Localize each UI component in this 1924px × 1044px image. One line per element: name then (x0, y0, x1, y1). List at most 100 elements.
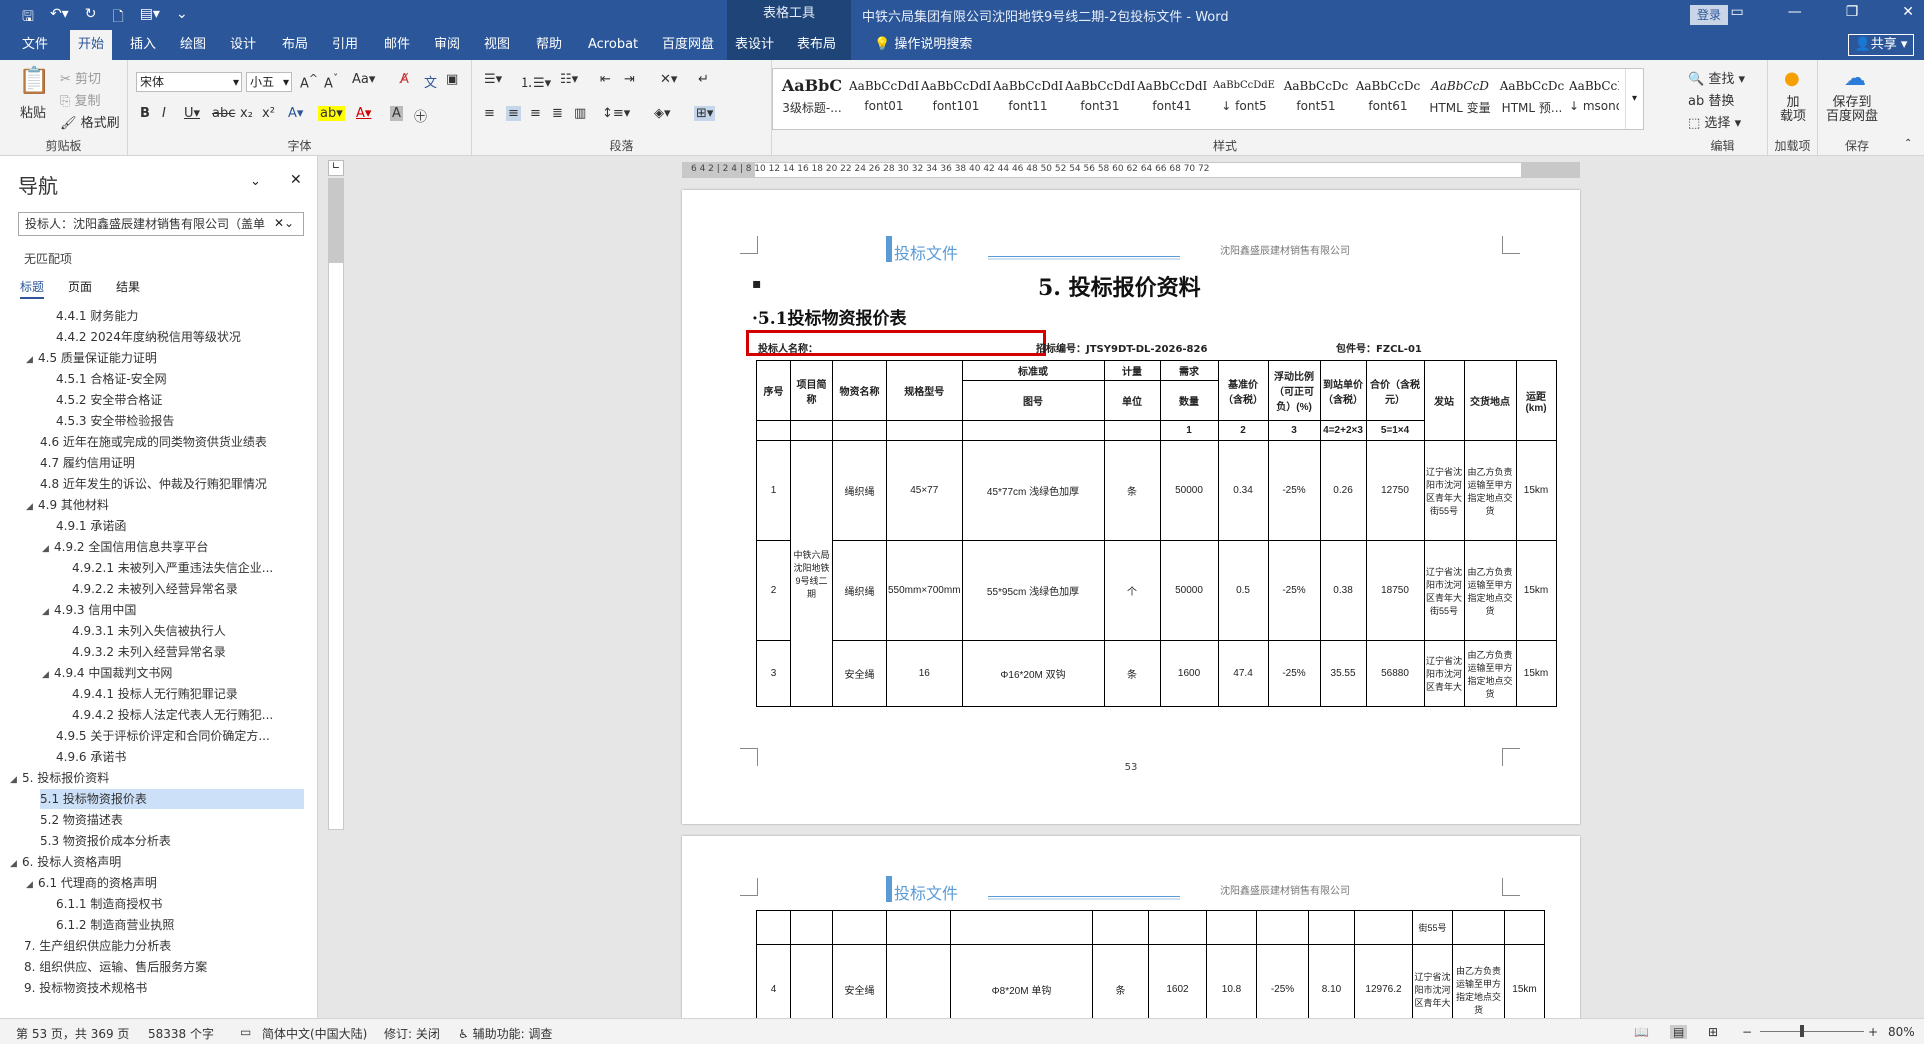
underline-icon[interactable]: U▾ (184, 106, 200, 121)
style-item[interactable]: AaBbCcDdI font01 (849, 73, 919, 127)
style-item[interactable]: AaBbCcDdI font101 (921, 73, 991, 127)
table-row[interactable]: 1 中铁六局沈阳地铁9号线二期 绳织绳 45×77 45*77cm 浅绿色加厚 … (756, 440, 1557, 707)
nav-close-icon[interactable]: ✕ (290, 172, 302, 188)
tab-mailings[interactable]: 邮件 (376, 30, 418, 60)
clear-format-icon[interactable]: A̸ (400, 72, 409, 87)
paste-icon[interactable]: 📋 (18, 66, 50, 96)
nav-heading-item[interactable]: 4.9.2.2 未被列入经营异常名录 (72, 579, 238, 599)
restore-icon[interactable]: ❐ (1846, 4, 1859, 20)
tab-table-layout[interactable]: 表布局 (789, 30, 851, 60)
shading-icon[interactable]: ◈▾ (654, 106, 671, 121)
tab-acrobat[interactable]: Acrobat (580, 30, 646, 60)
heading-1[interactable]: 5. 投标报价资料 (1038, 270, 1201, 302)
nav-heading-item[interactable]: 4.8 近年发生的诉讼、仲裁及行贿犯罪情况 (40, 474, 267, 494)
tell-me-search[interactable]: 💡 操作说明搜索 (866, 30, 980, 60)
asian-layout-icon[interactable]: ✕▾ (660, 72, 677, 87)
nav-tab-pages[interactable]: 页面 (68, 278, 92, 299)
tab-baidu[interactable]: 百度网盘 (654, 30, 722, 60)
addin-button-label[interactable]: 加 载项 (1780, 96, 1806, 124)
multilevel-list-icon[interactable]: ☷▾ (560, 72, 578, 87)
nav-heading-item[interactable]: 4.7 履约信用证明 (40, 453, 135, 473)
close-icon[interactable]: ✕ (1902, 4, 1914, 20)
align-center-icon[interactable]: ≡ (506, 106, 521, 121)
nav-heading-item[interactable]: 4.9.1 承诺函 (56, 516, 126, 536)
grow-font-icon[interactable]: A^ (300, 72, 318, 91)
style-item[interactable]: AaBbCcDdI font11 (993, 73, 1063, 127)
char-shading-icon[interactable]: A (390, 106, 403, 121)
nav-heading-item[interactable]: 4.5.3 安全带检验报告 (56, 411, 174, 431)
nav-heading-item[interactable]: ◢ 6. 投标人资格声明 (10, 852, 121, 872)
style-item[interactable]: AaBbC 3级标题-... (777, 73, 847, 127)
italic-icon[interactable]: I (162, 106, 166, 121)
expand-caret-icon[interactable]: ◢ (42, 539, 54, 557)
nav-heading-item[interactable]: 7. 生产组织供应能力分析表 (24, 936, 171, 956)
nav-heading-item[interactable]: 4.9.5 关于评标价评定和合同价确定方... (56, 726, 270, 746)
show-marks-icon[interactable]: ↵ (698, 72, 709, 87)
zoom-slider-knob[interactable] (1800, 1025, 1804, 1037)
tab-design[interactable]: 设计 (222, 30, 264, 60)
baidu-cloud-icon[interactable]: ☁ (1844, 66, 1866, 91)
expand-caret-icon[interactable]: ◢ (10, 854, 22, 872)
nav-heading-item[interactable]: 5.1 投标物资报价表 (40, 789, 304, 809)
nav-heading-item[interactable]: 4.4.2 2024年度纳税信用等级状况 (56, 327, 241, 347)
tab-home[interactable]: 开始 (70, 30, 113, 60)
web-layout-icon[interactable]: ⊞ (1708, 1025, 1718, 1039)
accessibility-status[interactable]: ♿ 辅助功能: 调查 (458, 1025, 552, 1042)
nav-heading-item[interactable]: 4.9.4.2 投标人法定代表人无行贿犯... (72, 705, 273, 725)
nav-heading-item[interactable]: ◢ 4.9.3 信用中国 (42, 600, 136, 620)
file-open-icon[interactable]: 🗋 (112, 6, 123, 30)
style-item[interactable]: AaBbCcDc font51 (1281, 73, 1351, 127)
bullets-icon[interactable]: ☰▾ (484, 72, 502, 87)
paste-label[interactable]: 粘贴 (20, 102, 46, 121)
proofing-icon[interactable]: ▭ (240, 1025, 251, 1039)
nav-search-input[interactable]: 投标人：沈阳鑫盛辰建材销售有限公司（盖单 (18, 212, 304, 236)
price-table[interactable]: 序号 项目简称 物资名称 规格型号 标准或 计量 需求 基准价（含税） 浮动比例… (756, 360, 1557, 707)
nav-tab-headings[interactable]: 标题 (20, 278, 45, 299)
subscript-icon[interactable]: x₂ (240, 106, 253, 121)
clear-search-icon[interactable]: ✕⌄ (274, 216, 294, 230)
customize-qat-icon[interactable]: ⌄ (176, 6, 188, 30)
style-item[interactable]: AaBbCcDdI font41 (1137, 73, 1207, 127)
font-size-select[interactable]: 小五 ▾ (246, 72, 292, 92)
expand-caret-icon[interactable]: ◢ (26, 497, 38, 515)
nav-heading-item[interactable]: 4.5.2 安全带合格证 (56, 390, 162, 410)
nav-heading-item[interactable]: 8. 组织供应、运输、售后服务方案 (24, 957, 207, 977)
strikethrough-icon[interactable]: abc (212, 106, 235, 121)
nav-heading-item[interactable]: 4.9.6 承诺书 (56, 747, 126, 767)
nav-heading-item[interactable]: 6.1.1 制造商授权书 (56, 894, 162, 914)
redo-icon[interactable]: ↻ (85, 6, 97, 30)
style-item[interactable]: AaBbCcDdI font31 (1065, 73, 1135, 127)
nav-tab-results[interactable]: 结果 (116, 278, 140, 299)
minimize-icon[interactable]: — (1788, 4, 1802, 20)
table-row[interactable]: 2 绳织绳 550mm×700mm 55*95cm 浅绿色加厚 个 50000 … (756, 540, 1557, 641)
doc-icon[interactable]: ▤▾ (140, 6, 160, 30)
expand-caret-icon[interactable]: ◢ (42, 665, 54, 683)
text-effects-icon[interactable]: A▾ (288, 106, 303, 121)
char-border-icon[interactable]: ▣ (446, 72, 458, 87)
nav-heading-item[interactable]: 4.9.2.1 未被列入严重违法失信企业... (72, 558, 273, 578)
nav-heading-item[interactable]: 9. 投标物资技术规格书 (24, 978, 147, 998)
nav-heading-item[interactable]: ◢ 4.9 其他材料 (26, 495, 109, 515)
zoom-slider[interactable] (1760, 1031, 1864, 1032)
bold-icon[interactable]: B (140, 106, 150, 121)
word-count[interactable]: 58338 个字 (148, 1025, 214, 1042)
print-layout-icon[interactable]: ▤ (1670, 1025, 1688, 1039)
highlight-icon[interactable]: ab▾ (318, 106, 345, 121)
tab-file[interactable]: 文件 (14, 30, 56, 60)
nav-heading-item[interactable]: 4.4.1 财务能力 (56, 306, 138, 326)
change-case-icon[interactable]: Aa▾ (352, 72, 375, 87)
line-spacing-icon[interactable]: ↕≡▾ (602, 106, 630, 121)
style-item[interactable]: AaBbCcDdE ↓ font5 (1209, 73, 1279, 127)
nav-heading-item[interactable]: ◢ 5. 投标报价资料 (10, 768, 109, 788)
tab-references[interactable]: 引用 (324, 30, 366, 60)
cut-button[interactable]: ✂ 剪切 (60, 68, 101, 87)
increase-indent-icon[interactable]: ⇥ (624, 72, 635, 87)
format-painter-button[interactable]: 🖌 格式刷 (60, 112, 120, 131)
styles-more-icon[interactable]: ▾ (1625, 69, 1643, 129)
addin-icon[interactable]: ● (1784, 68, 1800, 89)
nav-heading-item[interactable]: 5.2 物资描述表 (40, 810, 123, 830)
tab-help[interactable]: 帮助 (528, 30, 570, 60)
shrink-font-icon[interactable]: Aˇ (324, 72, 338, 91)
select-button[interactable]: ⬚ 选择 ▾ (1688, 112, 1741, 131)
collapse-ribbon-icon[interactable]: ⌃ (1904, 138, 1912, 149)
